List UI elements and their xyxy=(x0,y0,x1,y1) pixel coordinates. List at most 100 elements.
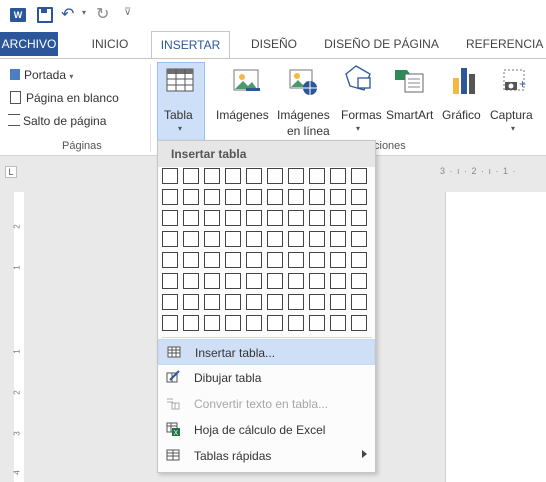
grid-cell[interactable] xyxy=(309,294,325,310)
grid-cell[interactable] xyxy=(288,315,304,331)
grid-cell[interactable] xyxy=(162,168,178,184)
grid-cell[interactable] xyxy=(351,294,367,310)
captura-button[interactable]: Captura xyxy=(490,108,533,122)
grid-cell[interactable] xyxy=(204,315,220,331)
grid-cell[interactable] xyxy=(225,252,241,268)
grafico-button[interactable]: Gráfico xyxy=(442,108,481,122)
grid-cell[interactable] xyxy=(309,315,325,331)
grid-cell[interactable] xyxy=(225,294,241,310)
grid-cell[interactable] xyxy=(246,189,262,205)
grid-cell[interactable] xyxy=(267,273,283,289)
grid-cell[interactable] xyxy=(204,231,220,247)
grid-cell[interactable] xyxy=(288,252,304,268)
grid-cell[interactable] xyxy=(267,252,283,268)
grid-cell[interactable] xyxy=(309,273,325,289)
grid-cell[interactable] xyxy=(204,210,220,226)
word-app-icon[interactable]: W xyxy=(10,8,26,22)
grid-cell[interactable] xyxy=(309,231,325,247)
menu-dibujar-tabla[interactable]: Dibujar tabla xyxy=(158,365,375,391)
grid-cell[interactable] xyxy=(225,273,241,289)
grid-cell[interactable] xyxy=(162,231,178,247)
menu-convertir-texto-en-tabla[interactable]: Convertir texto en tabla... xyxy=(158,391,375,417)
grid-cell[interactable] xyxy=(288,231,304,247)
menu-tablas-rapidas[interactable]: Tablas rápidas xyxy=(158,443,375,469)
imagenes-en-linea-button[interactable]: Imágenes xyxy=(277,108,330,122)
vertical-ruler[interactable] xyxy=(14,192,24,482)
table-size-grid[interactable] xyxy=(162,168,372,336)
menu-hoja-calculo-excel[interactable]: X Hoja de cálculo de Excel xyxy=(158,417,375,443)
grid-cell[interactable] xyxy=(288,168,304,184)
grid-cell[interactable] xyxy=(309,252,325,268)
redo-icon[interactable]: ↻ xyxy=(96,4,109,24)
grid-cell[interactable] xyxy=(246,231,262,247)
smartart-button[interactable]: SmartArt xyxy=(386,108,433,122)
tab-referencias[interactable]: REFERENCIA xyxy=(466,31,546,58)
grid-cell[interactable] xyxy=(351,315,367,331)
grid-cell[interactable] xyxy=(309,189,325,205)
grid-cell[interactable] xyxy=(225,189,241,205)
grid-cell[interactable] xyxy=(246,294,262,310)
grid-cell[interactable] xyxy=(204,168,220,184)
grid-cell[interactable] xyxy=(183,189,199,205)
grid-cell[interactable] xyxy=(225,315,241,331)
grid-cell[interactable] xyxy=(162,252,178,268)
grid-cell[interactable] xyxy=(204,252,220,268)
grid-cell[interactable] xyxy=(267,210,283,226)
grid-cell[interactable] xyxy=(351,168,367,184)
grid-cell[interactable] xyxy=(351,273,367,289)
grid-cell[interactable] xyxy=(330,252,346,268)
grid-cell[interactable] xyxy=(330,210,346,226)
grid-cell[interactable] xyxy=(267,168,283,184)
save-icon[interactable] xyxy=(37,7,53,23)
grid-cell[interactable] xyxy=(183,273,199,289)
menu-insertar-tabla[interactable]: Insertar tabla... xyxy=(158,339,375,365)
tab-inicio[interactable]: INICIO xyxy=(82,31,138,58)
grid-cell[interactable] xyxy=(162,315,178,331)
grid-cell[interactable] xyxy=(288,189,304,205)
grid-cell[interactable] xyxy=(225,210,241,226)
grid-cell[interactable] xyxy=(330,315,346,331)
tab-archivo[interactable]: ARCHIVO xyxy=(0,32,58,56)
grid-cell[interactable] xyxy=(330,294,346,310)
tab-diseno-pagina[interactable]: DISEÑO DE PÁGINA xyxy=(314,31,449,58)
grid-cell[interactable] xyxy=(288,294,304,310)
portada-button[interactable]: Portada ▾ xyxy=(10,68,73,82)
grid-cell[interactable] xyxy=(351,210,367,226)
grid-cell[interactable] xyxy=(288,210,304,226)
grid-cell[interactable] xyxy=(246,252,262,268)
grid-cell[interactable] xyxy=(183,252,199,268)
grid-cell[interactable] xyxy=(204,189,220,205)
grid-cell[interactable] xyxy=(183,210,199,226)
formas-button[interactable]: Formas xyxy=(341,108,382,122)
grid-cell[interactable] xyxy=(162,294,178,310)
grid-cell[interactable] xyxy=(330,231,346,247)
grid-cell[interactable] xyxy=(309,210,325,226)
grid-cell[interactable] xyxy=(183,231,199,247)
grid-cell[interactable] xyxy=(351,231,367,247)
grid-cell[interactable] xyxy=(309,168,325,184)
grid-cell[interactable] xyxy=(267,294,283,310)
grid-cell[interactable] xyxy=(183,294,199,310)
tab-insertar[interactable]: INSERTAR xyxy=(151,31,230,59)
grid-cell[interactable] xyxy=(330,189,346,205)
grid-cell[interactable] xyxy=(183,168,199,184)
grid-cell[interactable] xyxy=(246,315,262,331)
grid-cell[interactable] xyxy=(204,273,220,289)
grid-cell[interactable] xyxy=(330,168,346,184)
grid-cell[interactable] xyxy=(162,189,178,205)
grid-cell[interactable] xyxy=(267,189,283,205)
customize-qat-icon[interactable]: ⊽ xyxy=(124,7,131,18)
grid-cell[interactable] xyxy=(162,210,178,226)
grid-cell[interactable] xyxy=(225,168,241,184)
grid-cell[interactable] xyxy=(351,189,367,205)
grid-cell[interactable] xyxy=(246,210,262,226)
document-page[interactable] xyxy=(445,192,546,482)
tab-stop-selector[interactable]: L xyxy=(5,166,17,178)
grid-cell[interactable] xyxy=(267,315,283,331)
undo-dropdown-icon[interactable]: ▾ xyxy=(82,8,86,17)
grid-cell[interactable] xyxy=(351,252,367,268)
pagina-en-blanco-button[interactable]: Página en blanco xyxy=(10,91,119,105)
imagenes-button[interactable]: Imágenes xyxy=(216,108,269,122)
grid-cell[interactable] xyxy=(225,231,241,247)
undo-icon[interactable]: ↶ xyxy=(61,4,74,24)
